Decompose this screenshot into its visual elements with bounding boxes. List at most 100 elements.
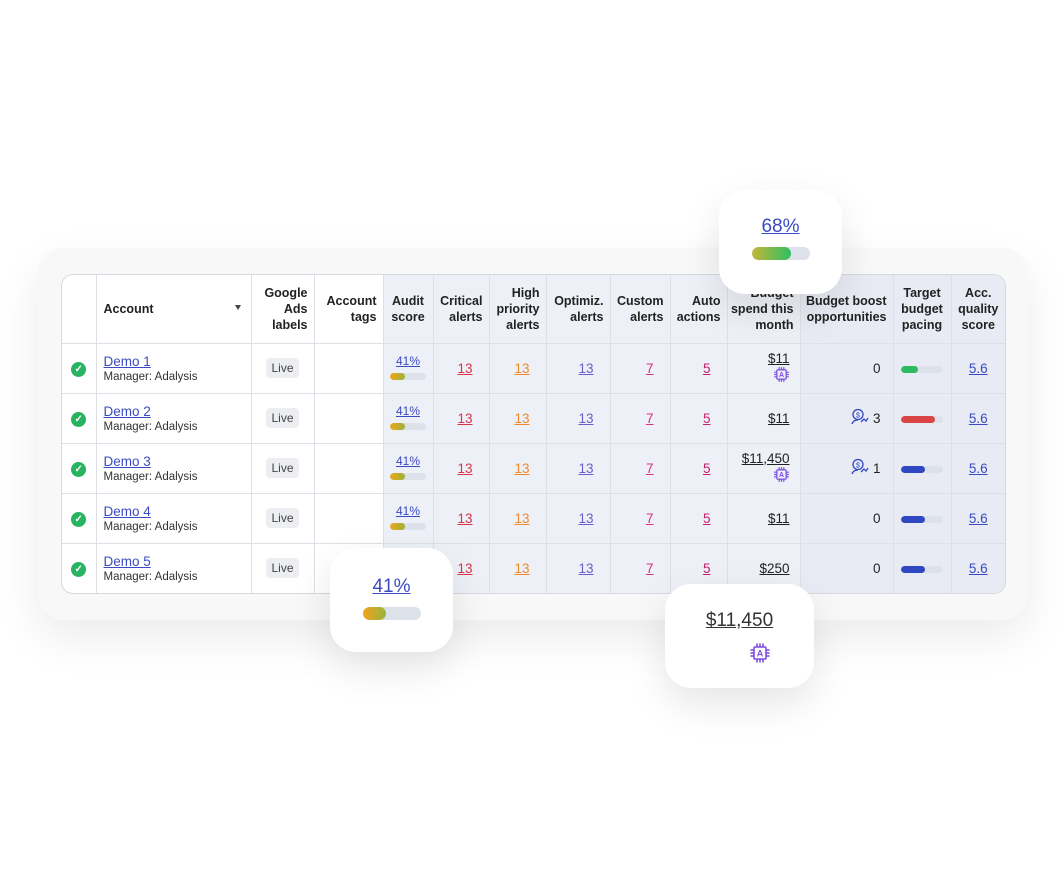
money-growth-icon[interactable]: $: [851, 458, 869, 479]
account-link[interactable]: Demo 3: [104, 454, 251, 469]
audit-score-link[interactable]: 41%: [384, 504, 433, 518]
critical-alerts-link[interactable]: 13: [457, 561, 472, 576]
label-badge[interactable]: Live: [266, 358, 299, 378]
optimiz-alerts-link[interactable]: 13: [578, 461, 593, 476]
table-row[interactable]: ✓ Demo 1 Manager: Adalysis Live 41% 13 1…: [62, 343, 1005, 394]
critical-cell: 13: [433, 493, 490, 544]
budget-spend-link[interactable]: $250: [728, 561, 789, 576]
tags-cell[interactable]: [314, 393, 384, 444]
tags-cell[interactable]: [314, 493, 384, 544]
account-link[interactable]: Demo 4: [104, 504, 251, 519]
budget-card: $11,450 A: [665, 584, 814, 688]
account-header[interactable]: Account: [96, 275, 252, 344]
custom-alerts-link[interactable]: 7: [646, 561, 654, 576]
quality-score-link[interactable]: 5.6: [969, 411, 988, 426]
quality-score-link[interactable]: 5.6: [969, 511, 988, 526]
quality-score-link[interactable]: 5.6: [969, 461, 988, 476]
auto-cell: 5: [670, 393, 728, 444]
money-growth-icon[interactable]: $: [851, 408, 869, 429]
pacing-cell: [893, 543, 952, 593]
quality-score-link[interactable]: 5.6: [969, 561, 988, 576]
budget-spend-link[interactable]: $11,450: [728, 451, 790, 466]
audit-progress-bar: [390, 522, 426, 530]
budget-spend-link[interactable]: $11: [728, 411, 790, 426]
table-row[interactable]: ✓ Demo 3 Manager: Adalysis Live 41% 13 1…: [62, 443, 1005, 494]
custom-alerts-link[interactable]: 7: [646, 461, 654, 476]
optimiz-alerts-link[interactable]: 13: [578, 511, 593, 526]
critical-alerts-link[interactable]: 13: [457, 511, 472, 526]
high-alerts-link[interactable]: 13: [514, 561, 529, 576]
optimiz-alerts-link[interactable]: 13: [578, 561, 593, 576]
label-badge[interactable]: Live: [266, 408, 299, 428]
table-row[interactable]: ✓ Demo 5 Manager: Adalysis Live 41% 13 1…: [62, 543, 1005, 593]
auto-actions-link[interactable]: 5: [703, 361, 711, 376]
auto-actions-link[interactable]: 5: [703, 461, 711, 476]
boost-cell: 0: [800, 543, 894, 593]
auto-actions-link[interactable]: 5: [703, 511, 711, 526]
status-cell: ✓: [62, 543, 97, 593]
tags-cell[interactable]: [314, 343, 384, 394]
budget-spend-link[interactable]: $11: [728, 351, 790, 366]
label-badge[interactable]: Live: [266, 508, 299, 528]
high-alerts-link[interactable]: 13: [514, 411, 529, 426]
custom-alerts-header[interactable]: Custom alerts: [610, 275, 671, 344]
high-alerts-link[interactable]: 13: [514, 511, 529, 526]
account-cell: Demo 2 Manager: Adalysis: [96, 393, 252, 444]
budget-value[interactable]: $11,450: [665, 610, 814, 632]
account-tags-header: Account tags: [314, 275, 384, 344]
labels-cell: Live: [251, 493, 315, 544]
audit-cell: 41%: [383, 393, 434, 444]
status-cell: ✓: [62, 343, 97, 394]
critical-alerts-header[interactable]: Critical alerts: [433, 275, 490, 344]
boost-count: 0: [872, 560, 881, 576]
custom-cell: 7: [610, 543, 671, 593]
svg-text:A: A: [778, 472, 783, 479]
budget-spend-link[interactable]: $11: [728, 511, 790, 526]
account-link[interactable]: Demo 1: [104, 354, 251, 369]
critical-alerts-link[interactable]: 13: [457, 411, 472, 426]
audit-score-card: 41%: [330, 548, 453, 652]
custom-alerts-link[interactable]: 7: [646, 361, 654, 376]
check-circle-icon: ✓: [71, 361, 87, 377]
account-link[interactable]: Demo 2: [104, 404, 251, 419]
audit-score-link[interactable]: 41%: [384, 404, 433, 418]
auto-cell: 5: [670, 343, 728, 394]
boost-count: 0: [872, 360, 881, 376]
high-alerts-link[interactable]: 13: [514, 361, 529, 376]
auto-actions-header[interactable]: Auto actions: [670, 275, 728, 344]
tags-cell[interactable]: [314, 443, 384, 494]
status-cell: ✓: [62, 493, 97, 544]
high-priority-alerts-header[interactable]: High priority alerts: [489, 275, 547, 344]
critical-alerts-link[interactable]: 13: [457, 361, 472, 376]
critical-cell: 13: [433, 393, 490, 444]
optimiz-alerts-header[interactable]: Optimiz. alerts: [546, 275, 611, 344]
audit-score-link[interactable]: 41%: [384, 454, 433, 468]
quality-score-link[interactable]: 5.6: [969, 361, 988, 376]
audit-score-header[interactable]: Audit score: [383, 275, 434, 344]
auto-actions-link[interactable]: 5: [703, 561, 711, 576]
table-row[interactable]: ✓ Demo 4 Manager: Adalysis Live 41% 13 1…: [62, 493, 1005, 544]
table-row[interactable]: ✓ Demo 2 Manager: Adalysis Live 41% 13 1…: [62, 393, 1005, 444]
audit-score-link[interactable]: 41%: [384, 354, 433, 368]
target-budget-pacing-header[interactable]: Target budget pacing: [893, 275, 952, 344]
account-manager: Manager: Adalysis: [103, 470, 198, 483]
svg-text:A: A: [757, 649, 764, 659]
auto-actions-link[interactable]: 5: [703, 411, 711, 426]
label-badge[interactable]: Live: [266, 458, 299, 478]
quality-score-header[interactable]: Acc. quality score: [951, 275, 1005, 344]
ai-chip-icon: A: [773, 366, 790, 386]
critical-alerts-link[interactable]: 13: [457, 461, 472, 476]
score-value[interactable]: 68%: [719, 216, 842, 238]
caret-down-icon[interactable]: [234, 305, 241, 310]
custom-alerts-link[interactable]: 7: [646, 511, 654, 526]
custom-cell: 7: [610, 493, 671, 544]
optimiz-alerts-link[interactable]: 13: [578, 411, 593, 426]
ai-chip-icon: A: [773, 466, 790, 486]
optimiz-alerts-link[interactable]: 13: [578, 361, 593, 376]
audit-score-value[interactable]: 41%: [330, 576, 453, 598]
account-link[interactable]: Demo 5: [104, 554, 251, 569]
boost-cell: $ 3: [800, 393, 894, 444]
label-badge[interactable]: Live: [266, 558, 299, 579]
custom-alerts-link[interactable]: 7: [646, 411, 654, 426]
high-alerts-link[interactable]: 13: [514, 461, 529, 476]
